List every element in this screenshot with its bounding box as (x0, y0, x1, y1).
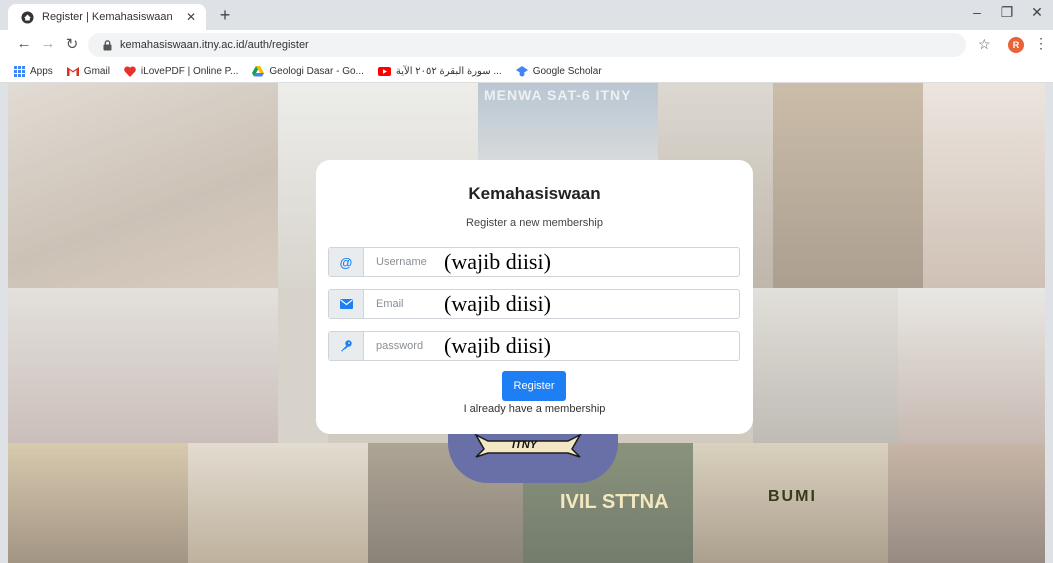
bookmark-youtube[interactable]: سورة البقرة ٢٠٥٢ الآية ... (377, 65, 502, 77)
bookmark-label: Apps (30, 65, 53, 77)
page-viewport: MENWA SAT-6 ITNY ITNY IVIL STTNA BUMI Ke… (8, 83, 1045, 563)
bookmark-apps[interactable]: Apps (14, 65, 53, 77)
register-card: Kemahasiswaan Register a new membership … (316, 160, 753, 434)
address-bar[interactable]: kemahasiswaan.itny.ac.id/auth/register (88, 33, 966, 57)
password-required-note: (wajib diisi) (444, 333, 551, 358)
background-sign-bumi: BUMI (768, 488, 817, 505)
envelope-icon (329, 290, 364, 318)
tab-title: Register | Kemahasiswaan (42, 11, 173, 23)
site-favicon-icon (20, 10, 34, 24)
bookmark-label: Google Scholar (532, 65, 602, 77)
lock-icon (100, 39, 114, 51)
youtube-icon (377, 66, 391, 76)
google-drive-icon (252, 65, 265, 77)
scholar-icon (515, 65, 528, 77)
register-button[interactable]: Register (502, 371, 566, 401)
username-field[interactable]: @ Username (wajib diisi) (328, 247, 740, 277)
background-sign-menwa: MENWA SAT-6 ITNY (484, 87, 632, 103)
new-tab-button[interactable]: + (214, 5, 236, 26)
background-sign-civil: IVIL STTNA (560, 491, 669, 513)
tab-close-icon[interactable]: ✕ (182, 10, 200, 24)
bookmark-ilovepdf[interactable]: iLovePDF | Online P... (124, 66, 238, 77)
url-text: kemahasiswaan.itny.ac.id/auth/register (120, 39, 309, 51)
bookmark-label: سورة البقرة ٢٠٥٢ الآية ... (395, 65, 502, 77)
page-title: Kemahasiswaan (468, 184, 601, 203)
bookmark-star-icon[interactable]: ☆ (978, 36, 991, 53)
bookmark-gmail[interactable]: Gmail (66, 65, 110, 77)
username-required-note: (wajib diisi) (444, 249, 551, 274)
window-close-icon[interactable]: ✕ (1024, 4, 1050, 21)
back-arrow-icon[interactable]: ← (14, 35, 34, 52)
ilovepdf-icon (124, 65, 136, 77)
maximize-icon[interactable]: ❐ (994, 4, 1020, 21)
key-icon (329, 332, 364, 360)
bookmark-geologi[interactable]: Geologi Dasar - Go... (252, 65, 364, 77)
email-required-note: (wajib diisi) (444, 291, 551, 316)
forward-arrow-icon[interactable]: → (38, 35, 58, 52)
email-field[interactable]: Email (wajib diisi) (328, 289, 740, 319)
password-placeholder: password (376, 340, 424, 352)
login-link[interactable]: I already have a membership (316, 403, 753, 415)
gmail-icon (66, 66, 79, 76)
bookmarks-bar: Apps Gmail iLovePDF | Online P... Geolog… (0, 60, 1053, 83)
profile-avatar[interactable]: R (1008, 37, 1024, 53)
at-sign-icon: @ (329, 248, 364, 276)
browser-tab[interactable]: Register | Kemahasiswaan ✕ (8, 4, 206, 30)
username-placeholder: Username (376, 256, 427, 268)
apps-grid-icon (14, 65, 25, 77)
emblem-text: ITNY (512, 439, 538, 451)
bookmark-label: Geologi Dasar - Go... (269, 65, 364, 77)
menu-kebab-icon[interactable]: ⋮ (1034, 35, 1048, 52)
tab-strip: Register | Kemahasiswaan ✕ + – ❐ ✕ (0, 0, 1053, 30)
bookmark-label: Gmail (83, 65, 110, 77)
page-subtitle: Register a new membership (466, 217, 603, 229)
minimize-icon[interactable]: – (964, 4, 990, 20)
reload-icon[interactable]: ↻ (62, 35, 82, 53)
navigation-bar: ← → ↻ kemahasiswaan.itny.ac.id/auth/regi… (0, 30, 1053, 60)
bookmark-google-scholar[interactable]: Google Scholar (515, 65, 602, 77)
bookmark-label: iLovePDF | Online P... (140, 65, 239, 77)
password-field[interactable]: password (wajib diisi) (328, 331, 740, 361)
email-placeholder: Email (376, 298, 404, 310)
